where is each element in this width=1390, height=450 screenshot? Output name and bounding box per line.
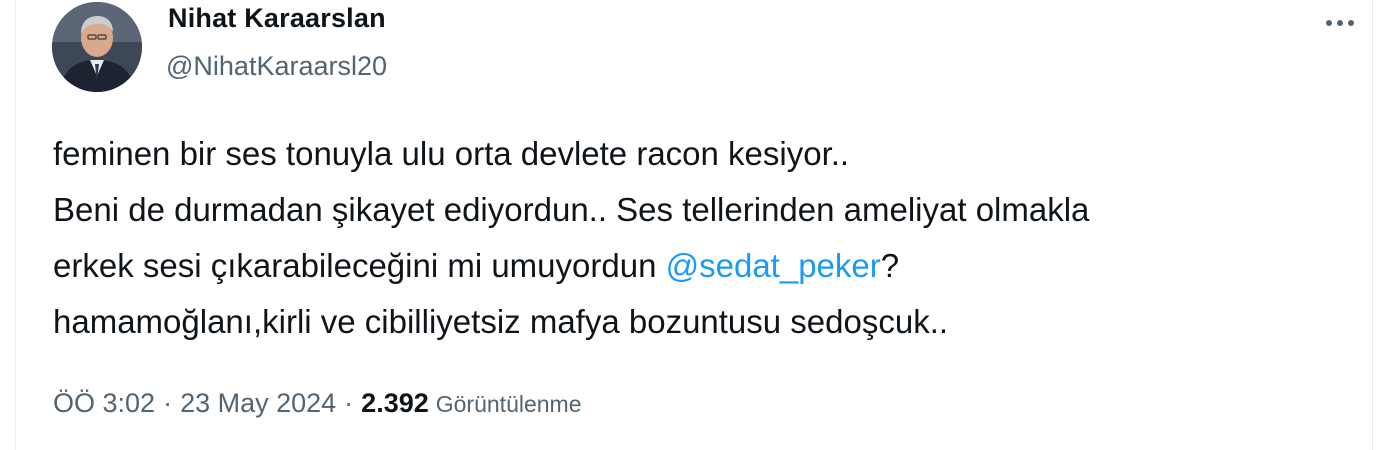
author-handle[interactable]: @NihatKaraarsl20 — [166, 51, 387, 82]
left-divider — [15, 0, 16, 450]
tweet-text-line: erkek sesi çıkarabileceğini mi umuyordun… — [53, 238, 1353, 294]
tweet-text-line: Beni de durmadan şikayet ediyordun.. Ses… — [53, 191, 1090, 228]
tweet-text-line: hamamoğlanı,kirli ve cibilliyetsiz mafya… — [53, 303, 949, 340]
more-horizontal-icon — [1326, 20, 1354, 26]
tweet-text: feminen bir ses tonuyla ulu orta devlete… — [53, 126, 1353, 350]
meta-separator: · — [344, 388, 354, 418]
views-count[interactable]: 2.392 — [361, 388, 429, 419]
avatar[interactable] — [52, 2, 142, 92]
tweet-date[interactable]: 23 May 2024 — [180, 388, 336, 419]
views-label[interactable]: Görüntülenme — [436, 391, 582, 418]
tweet-time[interactable]: ÖÖ 3:02 — [53, 388, 155, 419]
tweet-meta: ÖÖ 3:02 · 23 May 2024 · 2.392 Görüntülen… — [53, 388, 582, 419]
tweet-card: Nihat Karaarslan @NihatKaraarsl20 femine… — [0, 0, 1373, 450]
tweet-text-segment: ? — [880, 247, 900, 284]
author-display-name[interactable]: Nihat Karaarslan — [168, 3, 386, 34]
mention-link[interactable]: @sedat_peker — [666, 247, 881, 284]
tweet-text-segment: erkek sesi çıkarabileceğini mi umuyordun — [53, 247, 666, 284]
avatar-image — [52, 2, 142, 92]
meta-separator: · — [163, 388, 173, 418]
more-options-button[interactable] — [1318, 8, 1362, 38]
tweet-text-line: feminen bir ses tonuyla ulu orta devlete… — [53, 135, 850, 172]
